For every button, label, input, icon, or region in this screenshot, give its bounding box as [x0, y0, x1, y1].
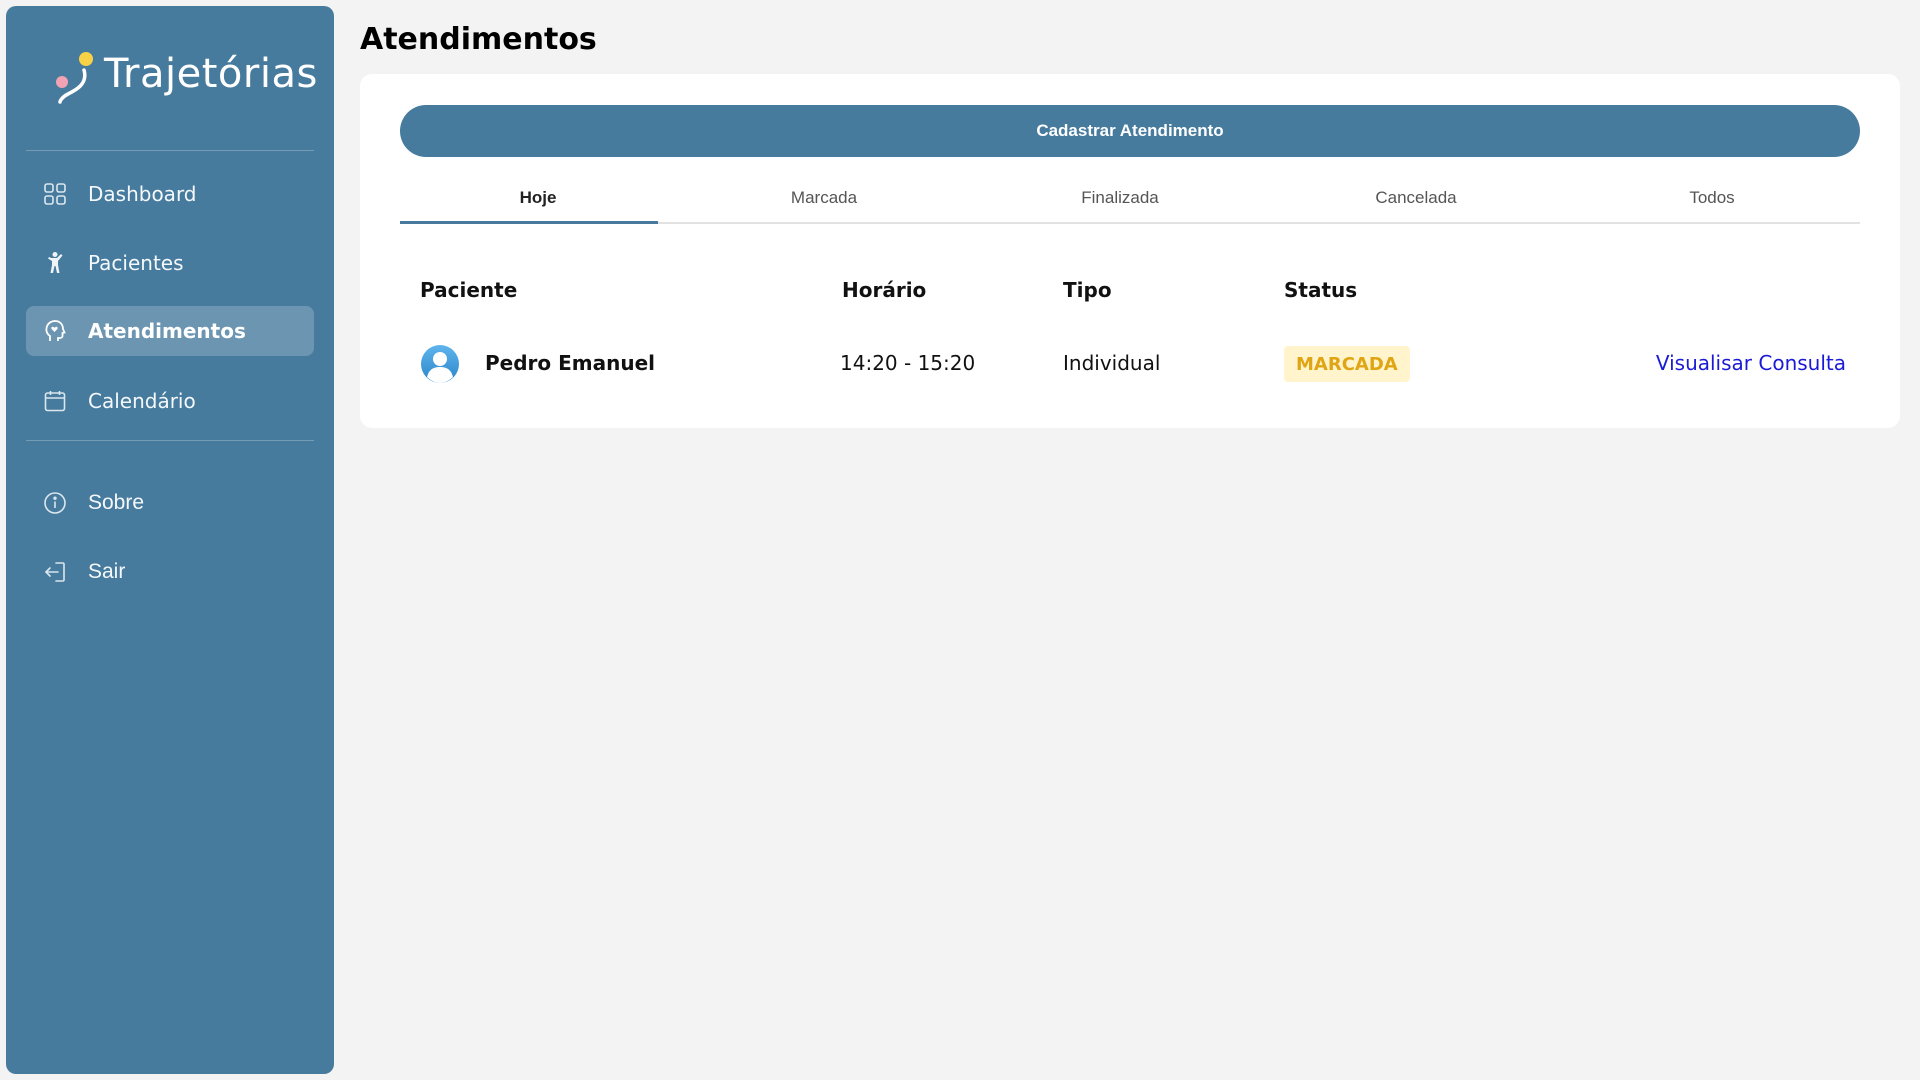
tab-finalizada[interactable]: Finalizada	[972, 174, 1268, 222]
info-icon	[42, 490, 68, 516]
sidebar-item-atendimentos[interactable]: Atendimentos	[26, 306, 314, 356]
sidebar: Trajetórias Dashboard Pacientes Atendime…	[6, 6, 334, 1074]
view-appointment-link[interactable]: Visualisar Consulta	[1656, 351, 1846, 375]
appointment-time: 14:20 - 15:20	[840, 351, 976, 375]
sidebar-item-sair[interactable]: Sair	[26, 547, 314, 597]
sidebar-item-label: Pacientes	[88, 251, 184, 275]
tab-marcada[interactable]: Marcada	[676, 174, 972, 222]
column-header-horario: Horário	[842, 278, 927, 302]
grid-icon	[42, 181, 68, 207]
appointment-type: Individual	[1063, 351, 1161, 375]
sidebar-item-label: Calendário	[88, 389, 196, 413]
app-logo[interactable]: Trajetórias	[48, 44, 318, 104]
sidebar-item-calendario[interactable]: Calendário	[26, 376, 314, 426]
logo-mark-icon	[56, 52, 93, 104]
calendar-icon	[42, 388, 68, 414]
sidebar-item-label: Atendimentos	[88, 319, 246, 343]
column-header-tipo: Tipo	[1063, 278, 1112, 302]
column-header-status: Status	[1284, 278, 1358, 302]
sidebar-item-label: Dashboard	[88, 182, 197, 206]
column-header-paciente: Paciente	[420, 278, 518, 302]
avatar	[420, 344, 460, 384]
logout-icon	[42, 559, 68, 585]
tab-hoje[interactable]: Hoje	[400, 174, 676, 224]
person-icon	[42, 250, 68, 276]
status-tabs: Hoje Marcada Finalizada Cancelada Todos	[400, 174, 1860, 224]
sidebar-divider	[26, 440, 314, 441]
patient-name: Pedro Emanuel	[485, 351, 655, 375]
head-heart-icon	[42, 318, 68, 344]
status-badge: MARCADA	[1284, 346, 1410, 382]
tab-cancelada[interactable]: Cancelada	[1268, 174, 1564, 222]
sidebar-item-sobre[interactable]: Sobre	[26, 478, 314, 528]
sidebar-item-label: Sair	[88, 560, 126, 583]
sidebar-divider	[26, 150, 314, 151]
content-card: Cadastrar Atendimento Hoje Marcada Final…	[360, 74, 1900, 428]
table-row: Pedro Emanuel 14:20 - 15:20 Individual M…	[360, 338, 1900, 390]
tab-todos[interactable]: Todos	[1564, 174, 1860, 222]
sidebar-item-pacientes[interactable]: Pacientes	[26, 238, 314, 288]
cadastrar-atendimento-button[interactable]: Cadastrar Atendimento	[400, 105, 1860, 157]
sidebar-item-dashboard[interactable]: Dashboard	[26, 169, 314, 219]
sidebar-item-label: Sobre	[88, 491, 145, 514]
page-title: Atendimentos	[360, 22, 597, 57]
app-name: Trajetórias	[104, 51, 318, 97]
